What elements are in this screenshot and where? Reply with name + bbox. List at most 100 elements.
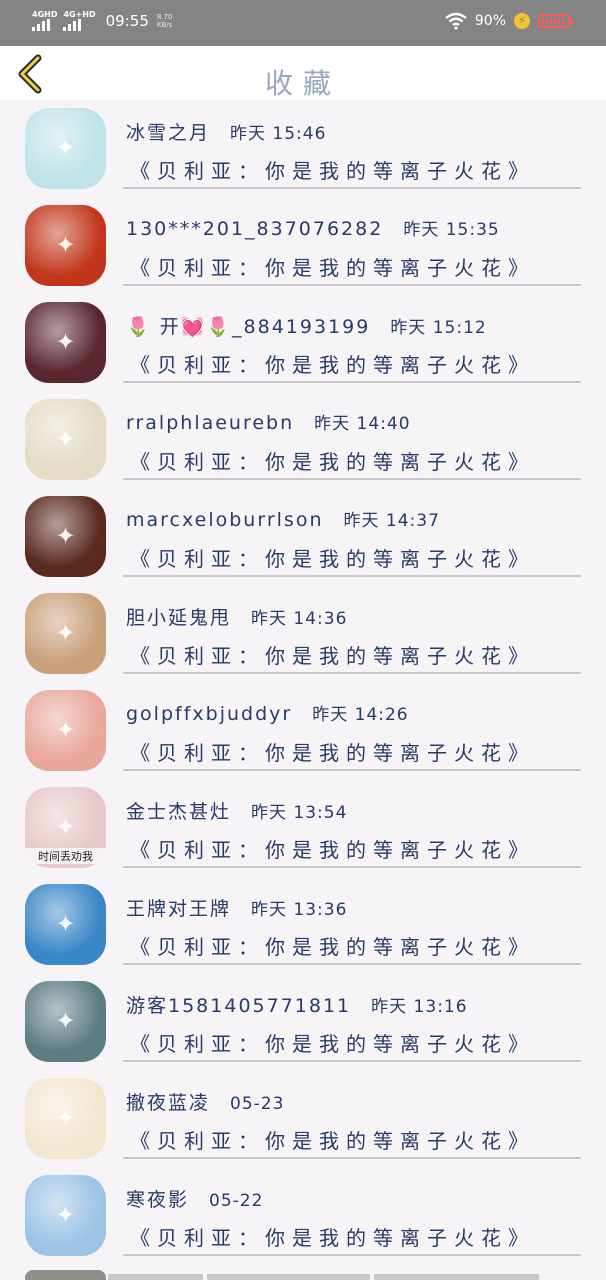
clock: 09:55	[105, 11, 149, 30]
favorite-content[interactable]: 《贝利亚：你是我的等离子火花》	[130, 931, 535, 960]
avatar[interactable]: ✦	[25, 205, 106, 286]
battery-fill	[542, 18, 564, 24]
signal-1-label: 4GHD	[32, 10, 58, 19]
divider	[123, 1254, 581, 1256]
avatar[interactable]: ✦	[25, 1078, 106, 1159]
next-item-peek	[0, 1270, 606, 1280]
timestamp: 05-22	[209, 1191, 264, 1211]
user-name: 130***201_837076282	[126, 218, 384, 240]
favorite-item[interactable]: ✦ 🌷 开💓🌷_884193199 昨天 15:12 《贝利亚：你是我的等离子火花…	[0, 294, 606, 391]
item-meta: rralphlaeurebn 昨天 14:40	[126, 409, 411, 434]
divider	[123, 575, 581, 577]
favorite-item[interactable]: ✦ 王牌对王牌 昨天 13:36 《贝利亚：你是我的等离子火花》	[0, 876, 606, 973]
favorite-item[interactable]: ✦ marcxeloburrlson 昨天 14:37 《贝利亚：你是我的等离子火…	[0, 488, 606, 585]
user-name: 王牌对王牌	[126, 898, 232, 920]
avatar[interactable]: ✦	[25, 496, 106, 577]
avatar[interactable]: ✦ 时间丢劝我	[25, 787, 106, 868]
item-meta: 130***201_837076282 昨天 15:35	[126, 215, 500, 240]
favorite-content[interactable]: 《贝利亚：你是我的等离子火花》	[130, 834, 535, 863]
network-speed: 8.70 KB/s	[155, 13, 173, 29]
signal-1: 4GHD	[32, 10, 57, 31]
anime-girl-icon: ✦	[55, 134, 76, 162]
divider	[123, 769, 581, 771]
avatar[interactable]: ✦	[25, 981, 106, 1062]
fox-girl-icon: ✦	[55, 328, 76, 356]
timestamp: 昨天 15:12	[390, 318, 487, 338]
divider	[123, 1157, 581, 1159]
item-meta: 金士杰甚灶 昨天 13:54	[126, 797, 347, 824]
next-divider-peek	[374, 1274, 539, 1280]
item-meta: marcxeloburrlson 昨天 14:37	[126, 506, 440, 531]
favorite-content[interactable]: 《贝利亚：你是我的等离子火花》	[130, 252, 535, 281]
item-meta: 游客1581405771811 昨天 13:16	[126, 991, 468, 1018]
item-meta: 寒夜影 05-22	[126, 1185, 263, 1212]
item-meta: golpffxbjuddyr 昨天 14:26	[126, 700, 409, 725]
item-meta: 王牌对王牌 昨天 13:36	[126, 894, 347, 921]
favorite-item[interactable]: ✦ golpffxbjuddyr 昨天 14:26 《贝利亚：你是我的等离子火花》	[0, 682, 606, 779]
favorites-list: ✦ 冰雪之月 昨天 15:46 《贝利亚：你是我的等离子火花》 ✦ 130***2…	[0, 100, 606, 1264]
favorite-content[interactable]: 《贝利亚：你是我的等离子火花》	[130, 543, 535, 572]
timestamp: 昨天 15:46	[230, 124, 327, 144]
avatar-caption: 时间丢劝我	[25, 848, 106, 864]
favorite-item[interactable]: ✦ 冰雪之月 昨天 15:46 《贝利亚：你是我的等离子火花》	[0, 100, 606, 197]
avatar[interactable]: ✦	[25, 302, 106, 383]
favorite-item[interactable]: ✦ 撤夜蓝凌 05-23 《贝利亚：你是我的等离子火花》	[0, 1070, 606, 1167]
favorite-item[interactable]: ✦ 游客1581405771811 昨天 13:16 《贝利亚：你是我的等离子火花…	[0, 973, 606, 1070]
speed-value: 8.70	[156, 12, 173, 21]
favorite-content[interactable]: 《贝利亚：你是我的等离子火花》	[130, 640, 535, 669]
favorite-content[interactable]: 《贝利亚：你是我的等离子火花》	[130, 1222, 535, 1251]
user-name: 冰雪之月	[126, 122, 211, 144]
favorite-item[interactable]: ✦ rralphlaeurebn 昨天 14:40 《贝利亚：你是我的等离子火花》	[0, 391, 606, 488]
battery-percent: 90%	[474, 13, 506, 29]
favorite-content[interactable]: 《贝利亚：你是我的等离子火花》	[130, 446, 535, 475]
portrait-icon: ✦	[55, 522, 76, 550]
timestamp: 昨天 14:37	[343, 511, 440, 531]
next-divider-peek	[207, 1274, 370, 1280]
charging-icon: ⚡	[514, 13, 530, 29]
favorite-item[interactable]: ✦ 胆小延鬼甩 昨天 14:36 《贝利亚：你是我的等离子火花》	[0, 585, 606, 682]
avatar[interactable]: ✦	[25, 399, 106, 480]
avatar[interactable]: ✦	[25, 108, 106, 189]
signal-2: 4G+HD	[63, 10, 96, 31]
divider	[123, 284, 581, 286]
favorite-item[interactable]: ✦ 寒夜影 05-22 《贝利亚：你是我的等离子火花》	[0, 1167, 606, 1264]
favorite-content[interactable]: 《贝利亚：你是我的等离子火花》	[130, 155, 535, 184]
next-divider-peek	[108, 1274, 203, 1280]
timestamp: 昨天 14:40	[314, 414, 411, 434]
favorite-content[interactable]: 《贝利亚：你是我的等离子火花》	[130, 1028, 535, 1057]
divider	[123, 187, 581, 189]
item-meta: 冰雪之月 昨天 15:46	[126, 118, 326, 145]
next-avatar-peek	[25, 1270, 106, 1280]
cartoon-pair-icon: ✦	[55, 425, 76, 453]
avatar[interactable]: ✦	[25, 593, 106, 674]
portrait-icon: ✦	[55, 813, 76, 841]
status-bar: 4GHD 4G+HD 09:55 8.70 KB/s 90% ⚡	[0, 0, 606, 46]
divider	[123, 1060, 581, 1062]
user-name: 胆小延鬼甩	[126, 607, 232, 629]
timestamp: 05-23	[230, 1094, 285, 1114]
signal-bars-icon	[32, 19, 50, 31]
wifi-icon	[445, 12, 467, 30]
favorite-content[interactable]: 《贝利亚：你是我的等离子火花》	[130, 1125, 535, 1154]
user-name: rralphlaeurebn	[126, 412, 295, 434]
favorite-item[interactable]: ✦ 时间丢劝我 金士杰甚灶 昨天 13:54 《贝利亚：你是我的等离子火花》	[0, 779, 606, 876]
anime-boy-icon: ✦	[55, 1007, 76, 1035]
user-name: 游客1581405771811	[126, 995, 352, 1017]
signal-2-label: 4G+HD	[63, 10, 96, 19]
favorite-item[interactable]: ✦ 130***201_837076282 昨天 15:35 《贝利亚：你是我的等…	[0, 197, 606, 294]
user-name: 寒夜影	[126, 1189, 190, 1211]
divider	[123, 478, 581, 480]
favorite-content[interactable]: 《贝利亚：你是我的等离子火花》	[130, 349, 535, 378]
avatar[interactable]: ✦	[25, 884, 106, 965]
signal-bars-icon	[63, 19, 82, 31]
timestamp: 昨天 14:26	[312, 705, 409, 725]
user-name: 金士杰甚灶	[126, 801, 232, 823]
fox-girl-icon: ✦	[55, 1104, 76, 1132]
avatar[interactable]: ✦	[25, 690, 106, 771]
favorite-content[interactable]: 《贝利亚：你是我的等离子火花》	[130, 737, 535, 766]
avatar[interactable]: ✦	[25, 1175, 106, 1256]
battery-icon	[538, 14, 573, 28]
anime-boy-icon: ✦	[55, 1201, 76, 1229]
timestamp: 昨天 14:36	[251, 609, 348, 629]
page-title: 收藏	[264, 67, 341, 100]
